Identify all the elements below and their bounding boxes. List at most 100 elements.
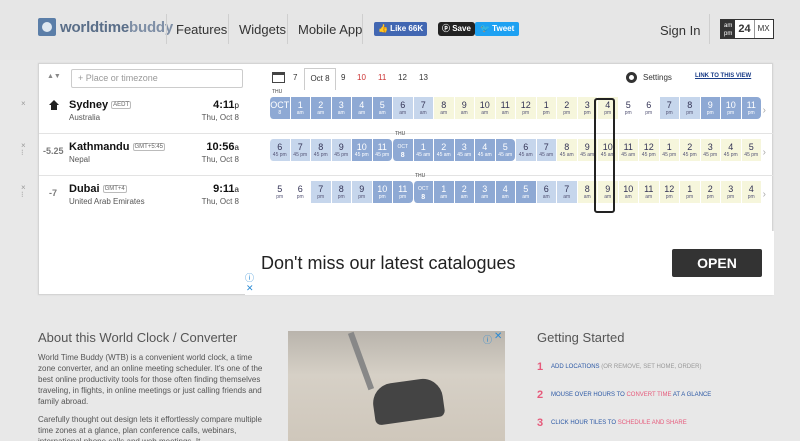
hour-tile[interactable]: 2 45 am <box>433 139 454 161</box>
calendar-icon[interactable] <box>272 72 285 83</box>
hour-tile[interactable]: 6 am <box>392 97 413 119</box>
chevron-right-icon[interactable]: › <box>763 189 766 200</box>
hour-tile[interactable]: 3 am <box>330 97 351 119</box>
hour-tile[interactable]: 1 am <box>289 97 310 119</box>
hour-tile[interactable]: 11 45 am <box>617 139 638 161</box>
home-icon[interactable] <box>49 100 59 110</box>
hour-tile[interactable]: 1 45 am <box>412 139 433 161</box>
hour-strip[interactable]: OCT 8 1 am 2 am 3 am 4 am 5 am 6 am 7 am 8 am 9 am 10 am 11 am 1… <box>269 97 761 119</box>
sign-in-link[interactable]: Sign In <box>660 23 700 38</box>
hour-tile[interactable]: 2 pm <box>699 181 720 203</box>
hour-tile[interactable]: 5 am <box>371 97 392 119</box>
hour-tile[interactable]: 1 am <box>433 181 454 203</box>
hour-tile[interactable]: OCT 8 <box>392 139 413 161</box>
nav-mobile-app[interactable]: Mobile App <box>298 22 362 37</box>
hour-strip[interactable]: 5 pm 6 pm 7 pm 8 pm 9 pm 10 pm 11 pm OCT 8 1 am 2 am 3 am 4 am 5… <box>269 181 761 203</box>
hour-tile[interactable]: 5 45 am <box>494 139 515 161</box>
settings-button[interactable]: Settings <box>626 72 672 83</box>
drag-handle-icon[interactable]: ⁝ <box>21 190 24 199</box>
place-search-input[interactable]: + Place or timezone <box>71 69 243 88</box>
hour-tile[interactable]: 2 pm <box>556 97 577 119</box>
hour-tile[interactable]: 4 45 pm <box>720 139 741 161</box>
timezone-row-kathmandu[interactable]: -5.25 Kathmandu GMT+5:45 Nepal 10:56a Thu… <box>39 131 774 176</box>
hour-tile[interactable]: 3 45 am <box>453 139 474 161</box>
link-to-view[interactable]: LINK TO THIS VIEW <box>695 73 751 79</box>
time-format-toggle[interactable]: am pm 24 MX <box>720 19 774 39</box>
ad-image[interactable] <box>288 331 505 441</box>
nav-features[interactable]: Features <box>176 22 227 37</box>
date-tab[interactable]: 7 <box>293 73 297 82</box>
ad-info-icon[interactable]: ⓘ <box>483 333 492 346</box>
hour-tile[interactable]: 2 am <box>453 181 474 203</box>
hour-tile[interactable]: 4 pm <box>740 181 761 203</box>
hour-tile[interactable]: 4 am <box>351 97 372 119</box>
hour-tile[interactable]: 5 pm <box>617 97 638 119</box>
hour-tile[interactable]: 8 pm <box>679 97 700 119</box>
hour-tile[interactable]: 10 pm <box>720 97 741 119</box>
getting-started-step[interactable]: 2 MOUSE OVER HOURS TO CONVERT TIME AT A … <box>537 389 711 401</box>
hour-tile[interactable]: 3 45 pm <box>699 139 720 161</box>
hour-tile[interactable]: 7 pm <box>310 181 331 203</box>
hour-tile[interactable]: 9 pm <box>351 181 372 203</box>
drag-handle-icon[interactable]: ⁝ <box>21 148 24 157</box>
hour-tile[interactable]: 1 pm <box>679 181 700 203</box>
24h-option[interactable]: 24 <box>735 20 754 38</box>
hour-strip[interactable]: 6 45 pm 7 45 pm 8 45 pm 9 45 pm 10 45 pm 11 45 pm OC… <box>269 139 761 161</box>
date-tab-selected[interactable]: Oct 8 <box>304 68 336 90</box>
chevron-right-icon[interactable]: › <box>763 147 766 158</box>
hour-tile[interactable]: 11 pm <box>392 181 413 203</box>
timezone-row-dubai[interactable]: -7 Dubai GMT+4 United Arab Emirates 9:11a… <box>39 173 774 218</box>
sort-arrows-icon[interactable]: ▲▼ <box>47 73 61 80</box>
hour-tile[interactable]: 5 am <box>515 181 536 203</box>
mx-option[interactable]: MX <box>753 20 773 38</box>
hour-tile[interactable]: 8 am <box>433 97 454 119</box>
hour-tile[interactable]: 10 45 pm <box>351 139 372 161</box>
hour-tile[interactable]: 11 45 pm <box>371 139 392 161</box>
ad-open-button[interactable]: OPEN <box>672 249 762 277</box>
hour-tile[interactable]: 9 pm <box>699 97 720 119</box>
tweet-button[interactable]: 🐦 Tweet <box>475 22 520 36</box>
hour-tile[interactable]: OCT 8 <box>412 181 433 203</box>
hour-tile[interactable]: 11 am <box>494 97 515 119</box>
hour-tile[interactable]: 5 pm <box>269 181 290 203</box>
getting-started-step[interactable]: 3 CLICK HOUR TILES TO SCHEDULE AND SHARE <box>537 417 687 429</box>
date-tab-weekend[interactable]: 11 <box>378 73 386 82</box>
hour-tile[interactable]: 7 am <box>556 181 577 203</box>
hour-tile[interactable]: 2 45 pm <box>679 139 700 161</box>
chevron-right-icon[interactable]: › <box>763 105 766 116</box>
ampm-option[interactable]: am pm <box>721 20 736 38</box>
getting-started-step[interactable]: 1 ADD LOCATIONS (OR REMOVE, SET HOME, OR… <box>537 361 701 373</box>
hour-tile[interactable]: 12 pm <box>515 97 536 119</box>
nav-widgets[interactable]: Widgets <box>239 22 286 37</box>
facebook-like-button[interactable]: 👍 Like 66K <box>374 22 428 36</box>
hour-tile[interactable]: 9 45 pm <box>330 139 351 161</box>
hour-tile[interactable]: 10 pm <box>371 181 392 203</box>
hour-tile[interactable]: 12 pm <box>658 181 679 203</box>
hour-tile[interactable]: 6 45 pm <box>269 139 290 161</box>
hour-tile[interactable]: 7 am <box>412 97 433 119</box>
hour-tile[interactable]: 8 45 pm <box>310 139 331 161</box>
hour-tile[interactable]: 8 45 am <box>556 139 577 161</box>
pinterest-save-button[interactable]: ⓟ Save <box>438 22 475 36</box>
hour-tile[interactable]: 11 pm <box>740 97 761 119</box>
date-tab[interactable]: 13 <box>419 73 428 82</box>
hour-tile[interactable]: 6 45 am <box>515 139 536 161</box>
hour-tile[interactable]: 10 am <box>474 97 495 119</box>
ad-close-icon[interactable]: ✕ <box>494 331 502 342</box>
hour-tile[interactable]: 6 pm <box>289 181 310 203</box>
date-tab[interactable]: 9 <box>341 73 345 82</box>
hour-tile[interactable]: 4 45 am <box>474 139 495 161</box>
hour-tile[interactable]: 9 am <box>453 97 474 119</box>
remove-row-icon[interactable]: × <box>21 99 26 108</box>
date-tab[interactable]: 12 <box>398 73 407 82</box>
hour-tile[interactable]: 3 pm <box>720 181 741 203</box>
hour-tile[interactable]: 12 45 pm <box>638 139 659 161</box>
hour-tile[interactable]: 3 am <box>474 181 495 203</box>
hour-tile[interactable]: 5 45 pm <box>740 139 761 161</box>
hour-tile[interactable]: 2 am <box>310 97 331 119</box>
hour-tile[interactable]: 7 45 am <box>535 139 556 161</box>
ad-banner[interactable]: Don't miss our latest catalogues OPEN <box>245 231 774 295</box>
date-tab-weekend[interactable]: 10 <box>357 73 366 82</box>
hour-tile[interactable]: 11 am <box>638 181 659 203</box>
hour-tile[interactable]: 7 pm <box>658 97 679 119</box>
